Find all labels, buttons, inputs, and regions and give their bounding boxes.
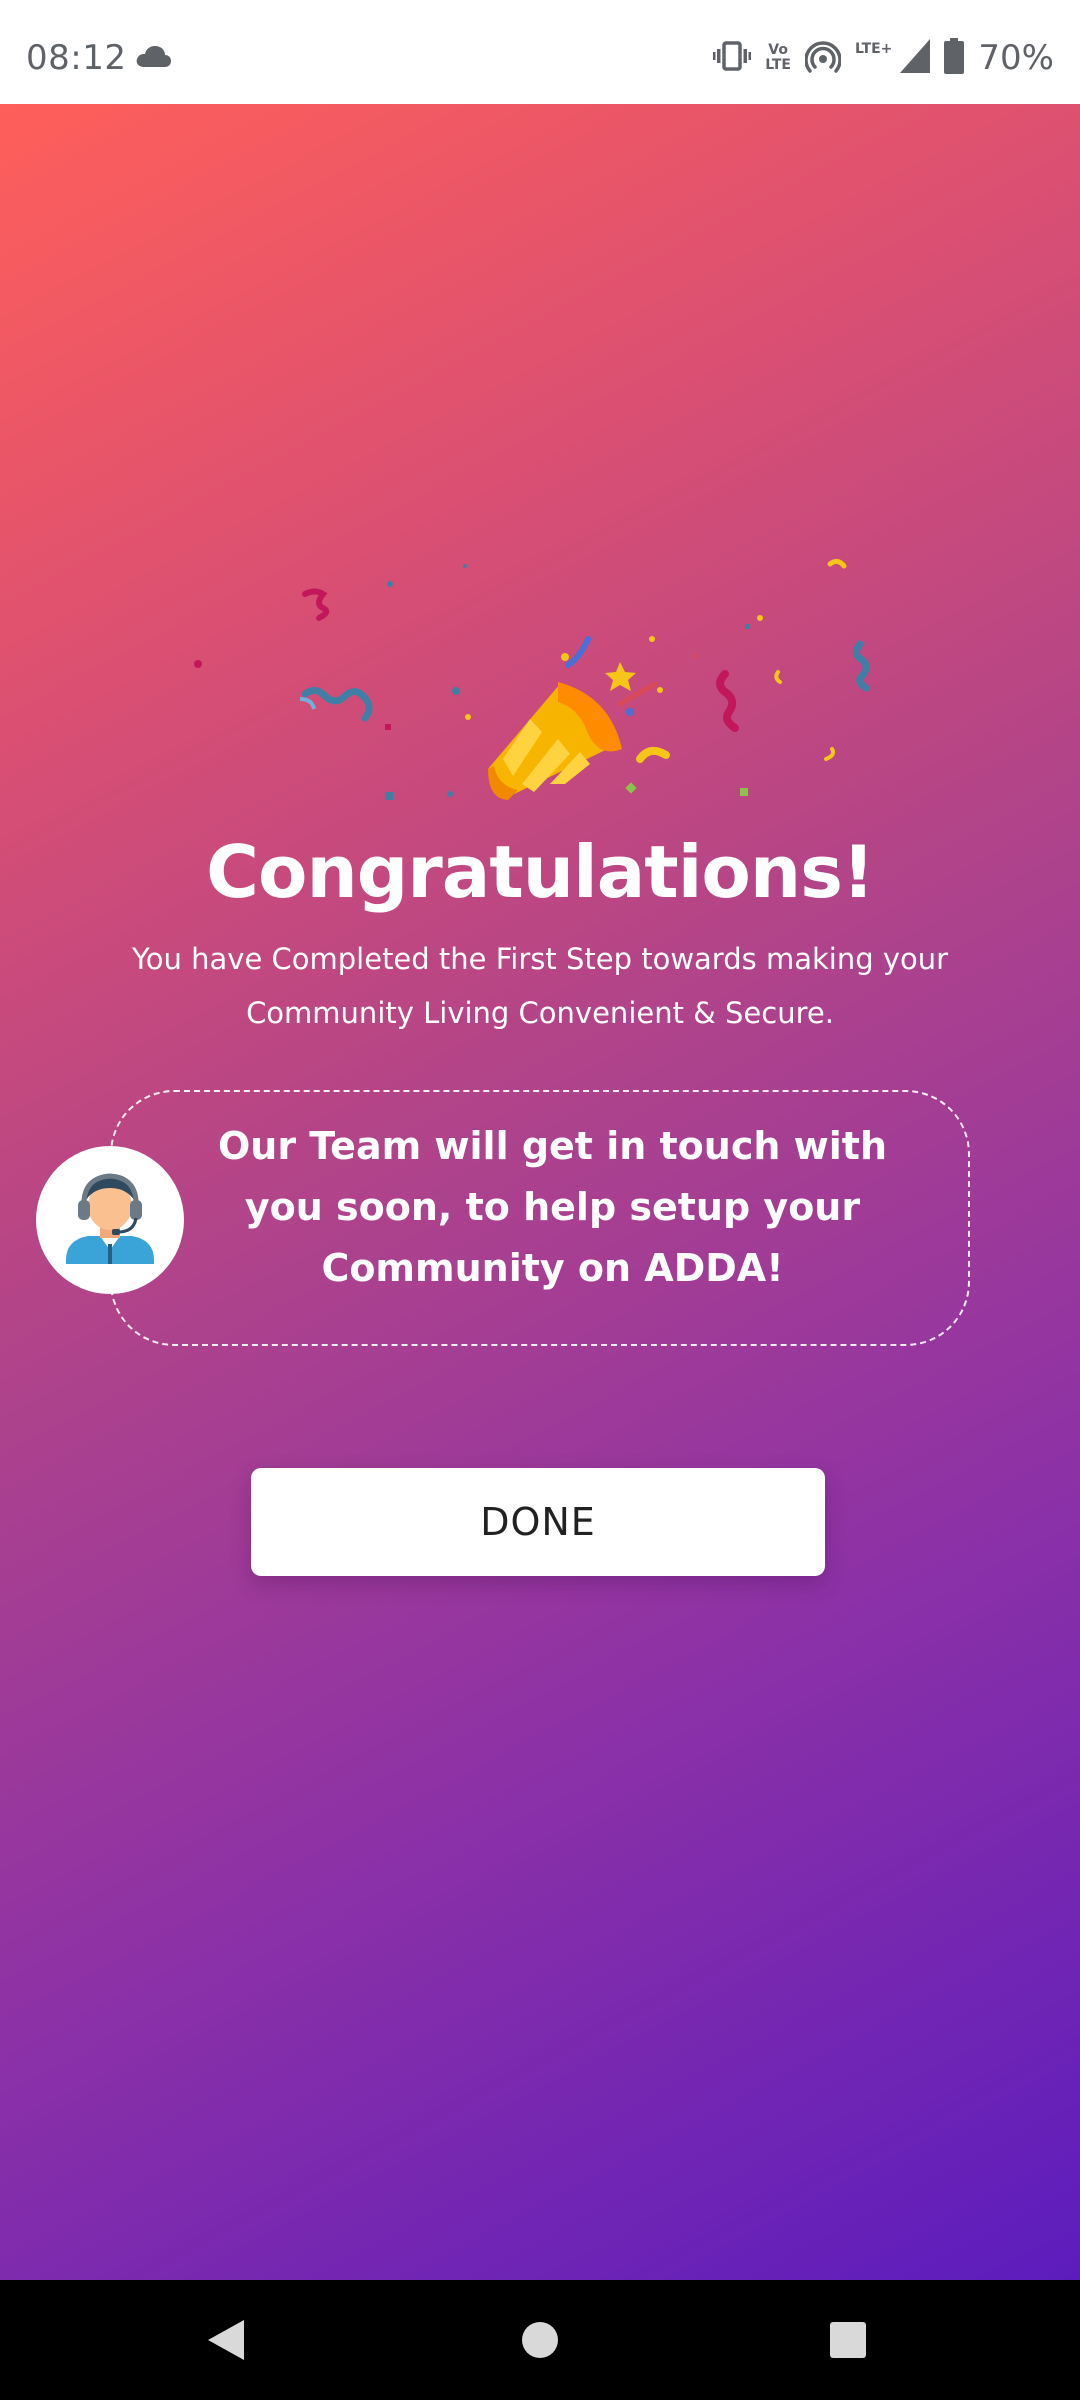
team-message: Our Team will get in touch with you soon…: [217, 1124, 887, 1290]
home-button[interactable]: [510, 2310, 570, 2370]
status-icons: Vo LTE LTE+ 70%: [713, 36, 1054, 80]
page-title: Congratulations!: [206, 830, 875, 914]
support-agent-icon: [66, 1173, 154, 1264]
volte-line1: Vo: [768, 42, 788, 58]
navigation-bar: [0, 2280, 1080, 2400]
signal-icon: [900, 38, 931, 78]
support-agent-avatar: [36, 1146, 184, 1294]
volte-line2: LTE: [765, 57, 791, 73]
status-bar: 08:12 Vo LTE LTE+ 70%: [0, 0, 1080, 104]
battery-percent: 70%: [978, 38, 1054, 78]
recents-button[interactable]: [818, 2310, 878, 2370]
status-time: 08:12: [26, 38, 127, 78]
volte-icon: Vo LTE: [765, 43, 791, 73]
page-subtitle: You have Completed the First Step toward…: [131, 942, 949, 1030]
back-icon: [208, 2320, 244, 2360]
back-button[interactable]: [196, 2310, 256, 2370]
congratulations-screen: Congratulations! You have Completed the …: [0, 104, 1080, 2280]
recents-icon: [830, 2322, 866, 2358]
battery-icon: [944, 37, 965, 79]
lte-plus-label: LTE+: [854, 41, 893, 57]
hotspot-icon: [804, 39, 842, 78]
cloud-icon: [134, 44, 172, 73]
done-button[interactable]: DONE: [251, 1468, 825, 1576]
vibrate-icon: [713, 40, 752, 77]
home-icon: [522, 2322, 558, 2358]
